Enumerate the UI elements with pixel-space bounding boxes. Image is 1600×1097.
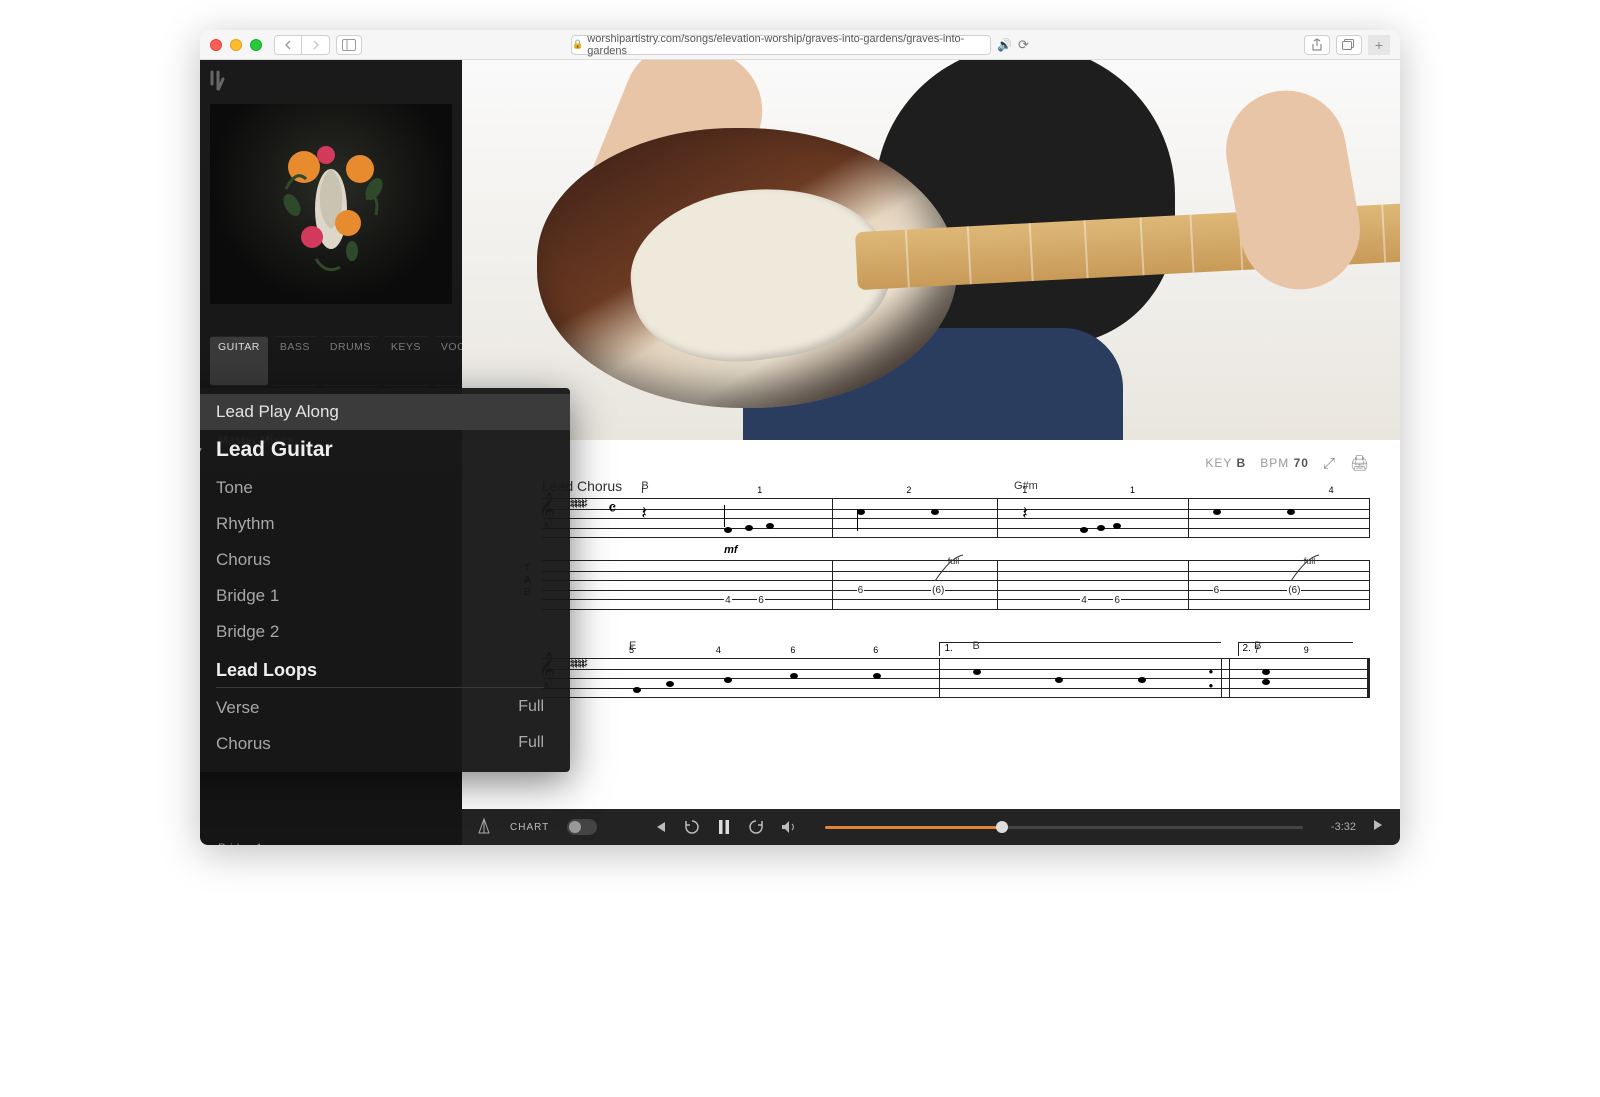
back-button[interactable] <box>274 35 302 55</box>
minimize-window-button[interactable] <box>230 39 242 51</box>
lock-icon: 🔒 <box>572 39 583 50</box>
flyout-verse[interactable]: Verse Full <box>200 690 570 726</box>
url-bar[interactable]: 🔒 worshipartistry.com/songs/elevation-wo… <box>571 35 991 55</box>
sidebar-toggle-button[interactable] <box>336 35 362 55</box>
window-controls <box>210 39 262 51</box>
url-text: worshipartistry.com/songs/elevation-wors… <box>587 33 990 57</box>
tab-vocals[interactable]: VOCALS <box>433 336 462 386</box>
nav-buttons <box>274 35 330 55</box>
logo[interactable] <box>200 60 462 104</box>
time-remaining: -3:32 <box>1331 821 1356 833</box>
player-bar: CHART -3:32 <box>462 809 1400 845</box>
play-pause-button[interactable] <box>717 819 731 835</box>
rewind-button[interactable] <box>683 818 701 836</box>
chart-area: KEY B BPM 70 ⤢ 🖨 Lead Chorus B G#m 𝄞 ♯♯♯… <box>462 440 1400 809</box>
maximize-window-button[interactable] <box>250 39 262 51</box>
share-button[interactable] <box>1304 35 1330 55</box>
key-value: B <box>1237 456 1247 470</box>
next-track-button[interactable] <box>1372 818 1386 837</box>
tab-drums[interactable]: DRUMS <box>322 336 379 386</box>
metronome-icon[interactable] <box>476 817 492 838</box>
chart-title: Lead Chorus <box>542 478 1370 494</box>
chart-meta: KEY B BPM 70 ⤢ 🖨 <box>542 454 1370 472</box>
flyout-bridge1[interactable]: Bridge 1 <box>200 578 570 614</box>
music-staff-2: E B B 1. 2. 𝄞 ♯♯♯♯♯ 5 4 <box>542 658 1370 758</box>
flyout-tone[interactable]: Tone <box>200 470 570 506</box>
tab-bass[interactable]: BASS <box>272 336 318 386</box>
flyout-leadguitar[interactable]: Lead Guitar <box>200 430 570 470</box>
progress-bar[interactable] <box>825 826 1303 829</box>
reader-audio-icon[interactable]: 🔊 <box>997 38 1012 52</box>
flyout-leadloops[interactable]: Lead Loops <box>216 654 544 688</box>
volume-button[interactable] <box>781 820 797 834</box>
flyout-chorus[interactable]: Chorus <box>200 542 570 578</box>
browser-window: 🔒 worshipartistry.com/songs/elevation-wo… <box>200 30 1400 845</box>
tabs-button[interactable] <box>1336 35 1362 55</box>
reload-icon[interactable]: ⟳ <box>1018 37 1029 53</box>
main-content: KEY B BPM 70 ⤢ 🖨 Lead Chorus B G#m 𝄞 ♯♯♯… <box>462 60 1400 845</box>
lesson-flyout: Lead Play Along Lead Guitar Tone Rhythm … <box>200 388 570 772</box>
prev-track-button[interactable] <box>653 820 667 834</box>
bpm-value: 70 <box>1294 456 1309 470</box>
new-tab-button[interactable]: + <box>1368 35 1390 55</box>
chart-toggle[interactable] <box>567 819 597 835</box>
titlebar: 🔒 worshipartistry.com/songs/elevation-wo… <box>200 30 1400 60</box>
chart-toggle-label: CHART <box>510 822 549 833</box>
flyout-chorus-loop[interactable]: Chorus Full <box>200 726 570 762</box>
flyout-bridge2[interactable]: Bridge 2 <box>200 614 570 650</box>
video-player[interactable] <box>462 60 1400 440</box>
instrument-tabs: GUITAR BASS DRUMS KEYS VOCALS <box>200 314 462 392</box>
flyout-playalong[interactable]: Lead Play Along <box>200 394 570 430</box>
lesson-bridge1[interactable]: Bridge 1 <box>200 834 462 845</box>
tab-keys[interactable]: KEYS <box>383 336 429 386</box>
flyout-rhythm[interactable]: Rhythm <box>200 506 570 542</box>
album-cover <box>210 104 452 304</box>
tab-guitar[interactable]: GUITAR <box>210 336 268 386</box>
print-icon[interactable]: 🖨 <box>1350 454 1370 472</box>
forward-button[interactable] <box>302 35 330 55</box>
close-window-button[interactable] <box>210 39 222 51</box>
fastforward-button[interactable] <box>747 818 765 836</box>
expand-icon[interactable]: ⤢ <box>1323 455 1336 472</box>
music-staff-1: B G#m 𝄞 ♯♯♯♯♯ 𝄴 i 1 2 1 1 4 <box>542 498 1370 638</box>
